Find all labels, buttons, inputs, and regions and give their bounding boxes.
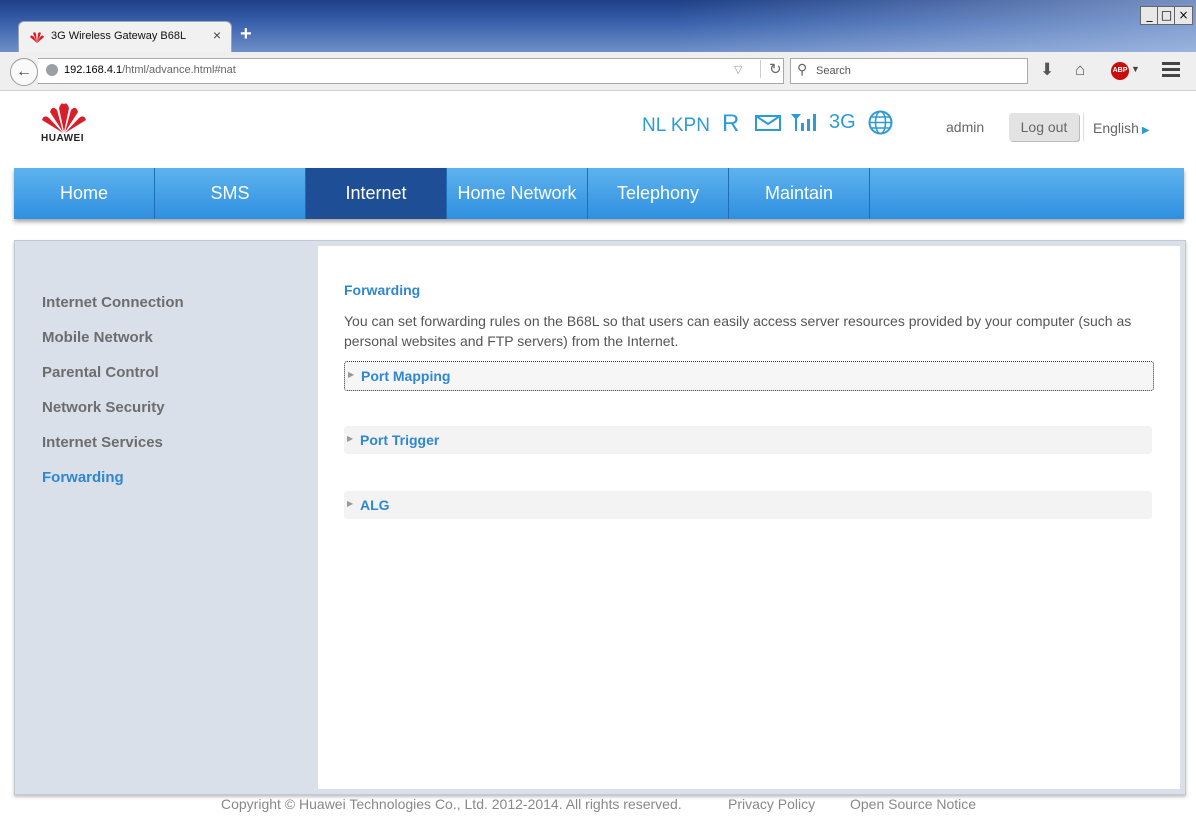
tab-title: 3G Wireless Gateway B68L bbox=[51, 30, 187, 42]
back-button[interactable]: ← bbox=[10, 58, 38, 86]
open-source-notice-link[interactable]: Open Source Notice bbox=[850, 796, 976, 812]
download-icon[interactable]: ⬇ bbox=[1040, 60, 1054, 80]
chevron-right-icon: ▶ bbox=[1141, 125, 1150, 136]
home-icon[interactable]: ⌂ bbox=[1075, 60, 1085, 80]
url-text: 192.168.4.1/html/advance.html#nat bbox=[64, 64, 236, 76]
huawei-favicon-icon bbox=[30, 32, 44, 43]
language-selector[interactable]: English ▶ bbox=[1093, 120, 1150, 136]
expand-arrow-icon: ▶ bbox=[348, 370, 355, 379]
reload-icon[interactable]: ↻ bbox=[760, 60, 782, 78]
network-type: 3G bbox=[829, 111, 856, 133]
nav-maintain[interactable]: Maintain bbox=[729, 168, 870, 219]
section-label: Port Trigger bbox=[360, 432, 440, 448]
expand-arrow-icon: ▶ bbox=[347, 499, 354, 508]
nav-home[interactable]: Home bbox=[14, 168, 155, 219]
roaming-indicator: R bbox=[722, 110, 740, 137]
main-navigation: Home SMS Internet Home Network Telephony… bbox=[14, 168, 1184, 219]
section-label: Port Mapping bbox=[361, 368, 451, 384]
new-tab-button[interactable]: + bbox=[240, 23, 252, 46]
section-port-trigger[interactable]: ▶ Port Trigger bbox=[344, 426, 1152, 454]
internet-globe-icon bbox=[868, 110, 893, 135]
adblock-icon[interactable]: ABP bbox=[1111, 62, 1129, 80]
nav-telephony[interactable]: Telephony bbox=[588, 168, 729, 219]
page-description: You can set forwarding rules on the B68L… bbox=[344, 313, 1132, 349]
tab-close-icon[interactable]: × bbox=[213, 27, 221, 43]
search-icon: ⚲ bbox=[797, 61, 808, 77]
sidebar-item-network-security[interactable]: Network Security bbox=[42, 399, 165, 416]
section-label: ALG bbox=[360, 497, 390, 513]
username-label: admin bbox=[946, 119, 985, 135]
browser-tab[interactable]: 3G Wireless Gateway B68L × bbox=[18, 21, 232, 52]
sidebar-item-internet-connection[interactable]: Internet Connection bbox=[42, 294, 184, 311]
nav-sms[interactable]: SMS bbox=[155, 168, 306, 219]
hamburger-menu-icon[interactable] bbox=[1162, 62, 1180, 80]
sidebar-item-internet-services[interactable]: Internet Services bbox=[42, 434, 163, 451]
sidebar-item-mobile-network[interactable]: Mobile Network bbox=[42, 329, 153, 346]
sidebar-item-parental-control[interactable]: Parental Control bbox=[42, 364, 159, 381]
section-port-mapping[interactable]: ▶ Port Mapping bbox=[344, 361, 1154, 391]
globe-icon bbox=[46, 64, 58, 76]
browser-titlebar: 3G Wireless Gateway B68L × + _ □ × bbox=[0, 0, 1196, 52]
browser-toolbar: ← 192.168.4.1/html/advance.html#nat ▽ ↻ … bbox=[0, 52, 1196, 91]
privacy-policy-link[interactable]: Privacy Policy bbox=[728, 796, 815, 812]
nav-internet[interactable]: Internet bbox=[306, 168, 447, 219]
sms-envelope-icon[interactable] bbox=[755, 115, 781, 131]
logout-button[interactable]: Log out bbox=[1009, 113, 1079, 141]
sidebar-item-forwarding[interactable]: Forwarding bbox=[42, 469, 124, 486]
close-window-button[interactable]: × bbox=[1174, 6, 1193, 25]
search-input[interactable]: ⚲ Search bbox=[790, 58, 1028, 84]
address-bar[interactable]: 192.168.4.1/html/advance.html#nat ▽ ↻ bbox=[38, 58, 784, 84]
operator-name: NL KPN bbox=[642, 115, 710, 136]
signal-strength-icon bbox=[791, 114, 816, 131]
url-host: 192.168.4.1 bbox=[64, 64, 123, 76]
history-dropdown-icon[interactable]: ▽ bbox=[734, 63, 742, 76]
nav-home-network[interactable]: Home Network bbox=[447, 168, 588, 219]
copyright-text: Copyright © Huawei Technologies Co., Ltd… bbox=[221, 796, 682, 812]
adblock-dropdown-icon[interactable]: ▼ bbox=[1131, 64, 1140, 74]
url-path: /html/advance.html#nat bbox=[122, 64, 236, 76]
search-placeholder: Search bbox=[816, 65, 851, 77]
titlebar-sheen bbox=[676, 0, 1196, 52]
page-title: Forwarding bbox=[344, 282, 421, 298]
huawei-wordmark: HUAWEI bbox=[41, 133, 84, 144]
language-label: English bbox=[1093, 120, 1139, 136]
section-alg[interactable]: ▶ ALG bbox=[344, 491, 1152, 519]
header-divider bbox=[1083, 113, 1084, 141]
expand-arrow-icon: ▶ bbox=[347, 434, 354, 443]
